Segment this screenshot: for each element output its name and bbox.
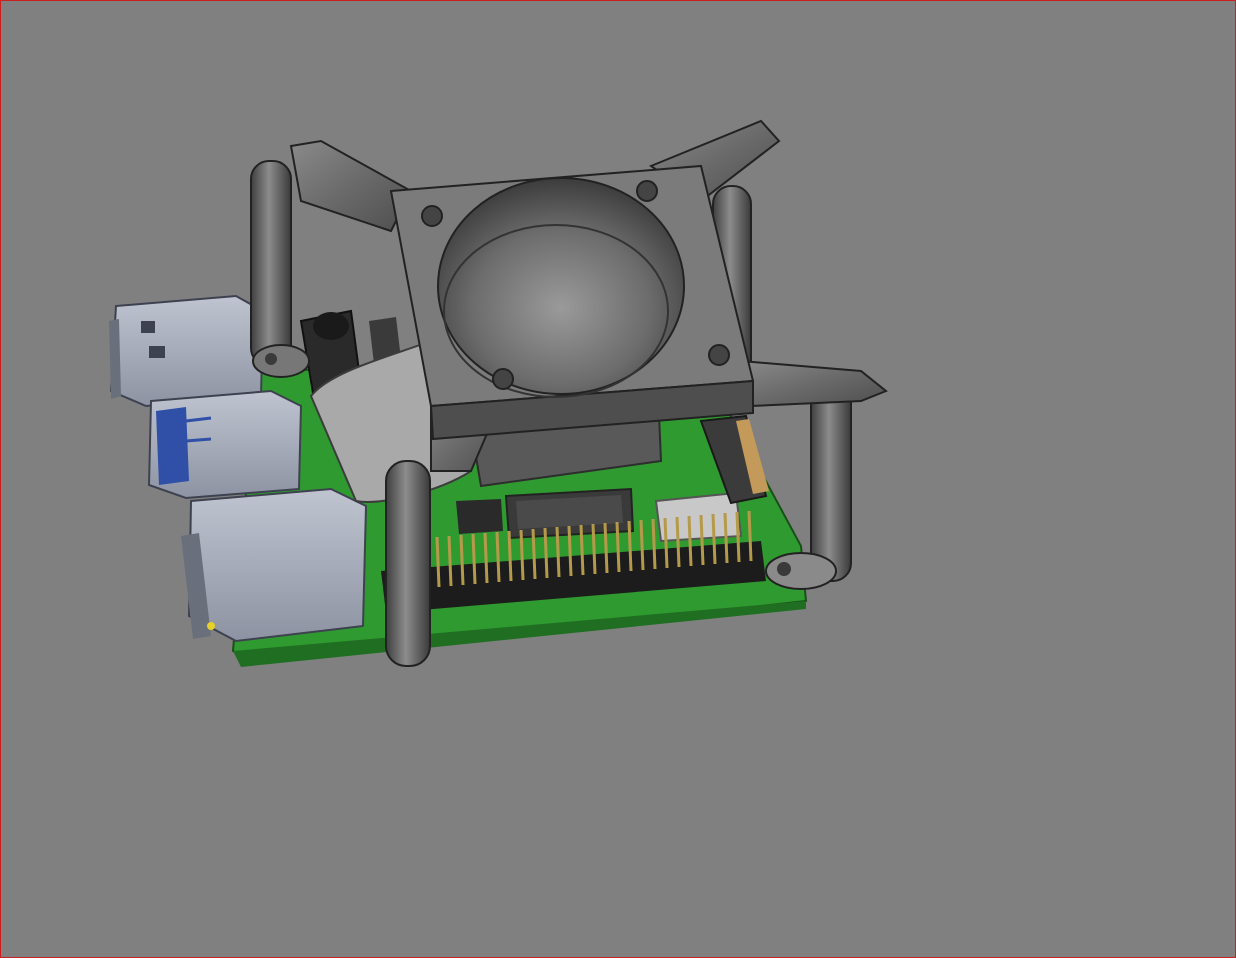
sd-connector [654,491,743,543]
screw-hole [421,205,443,227]
screw-hole [708,344,730,366]
screw-hole [492,368,514,390]
screw-hole [636,180,658,202]
ethernet-port-icon [181,487,368,643]
usb3-insert [156,407,189,485]
cad-viewport[interactable] [0,0,1236,958]
cad-model-scene[interactable] [1,1,1235,957]
memory-chip [456,499,503,534]
